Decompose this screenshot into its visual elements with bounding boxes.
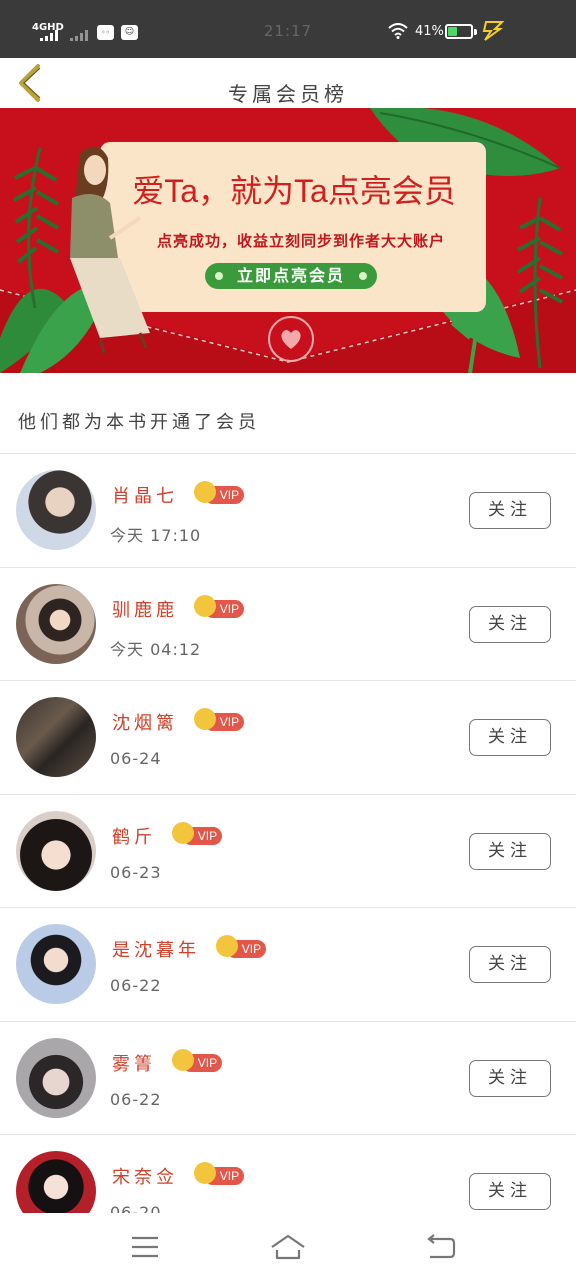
navigation-bar: 专属会员榜 [0,58,576,108]
follow-button[interactable]: 关注 [469,719,551,756]
vip-badge: VIP [193,708,245,731]
vip-badge: VIP [193,481,245,504]
crown-icon [171,821,194,844]
member-row: 驯鹿鹿 VIP 今天 04:12 关注 [0,566,576,681]
avatar[interactable] [16,1037,96,1118]
follow-button[interactable]: 关注 [469,492,551,529]
member-name: 宋奈佥 [112,1167,178,1188]
member-name-row: 沈烟篱 VIP [112,708,245,735]
follow-button[interactable]: 关注 [469,605,551,643]
wifi-icon [388,23,408,39]
member-name-row: 宋奈佥 VIP [112,1162,245,1189]
status-bar: 4GHD ◦◦ ☺ 21:17 41% [0,0,576,58]
vip-badge: VIP [193,594,245,618]
member-row: 沈烟篱 VIP 06-24 关注 [0,680,576,794]
member-name: 雾箐 [112,1053,156,1075]
heart-seal-icon [268,316,314,362]
follow-button[interactable]: 关注 [469,946,551,983]
member-name: 沈烟篱 [112,713,178,734]
member-list: 肖晶七 VIP 今天 17:10 关注 驯鹿鹿 VIP 今天 04:12 关注 … [0,453,576,1213]
menu-icon[interactable] [125,1229,165,1265]
member-time: 06-22 [110,1089,162,1109]
member-time: 06-20 [110,1203,162,1213]
member-name-row: 鹤斤 VIP [112,821,223,849]
member-row: 宋奈佥 VIP 06-20 关注 [0,1134,576,1213]
crown-icon [193,481,216,503]
member-row: 肖晶七 VIP 今天 17:10 关注 [0,453,576,567]
member-name: 是沈暮年 [112,940,200,961]
follow-button[interactable]: 关注 [469,1173,551,1210]
member-row: 雾箐 VIP 06-22 关注 [0,1020,576,1135]
battery-icon [445,24,473,39]
crown-icon [215,935,238,957]
promo-banner[interactable]: 爱Ta，就为Ta点亮会员 点亮成功，收益立刻同步到作者大大账户 立即点亮会员 [0,108,576,373]
vip-badge: VIP [193,1162,245,1185]
back-icon[interactable] [420,1229,460,1265]
crown-icon [193,594,216,617]
cta-dot-left [215,272,223,280]
member-row: 鹤斤 VIP 06-23 关注 [0,793,576,908]
crown-icon [193,708,216,730]
member-time: 今天 17:10 [110,526,202,545]
vip-badge: VIP [215,935,267,958]
follow-button[interactable]: 关注 [469,1059,551,1097]
cta-label: 立即点亮会员 [236,266,345,285]
home-icon[interactable] [268,1229,308,1265]
crown-icon [171,1048,194,1071]
avatar[interactable] [16,583,96,664]
avatar[interactable] [16,810,96,891]
avatar[interactable] [16,924,96,1004]
system-nav-bar [0,1213,576,1280]
avatar[interactable] [16,1151,96,1213]
battery-percent: 41% [415,24,444,39]
follow-button[interactable]: 关注 [469,832,551,870]
avatar[interactable] [16,697,96,777]
member-row: 是沈暮年 VIP 06-22 关注 [0,907,576,1021]
member-name-row: 肖晶七 VIP [112,481,245,508]
charging-bolt-icon [482,21,505,41]
member-time: 06-24 [110,749,162,768]
member-name: 鹤斤 [112,826,156,848]
battery-tip [474,29,477,35]
page-title: 专属会员榜 [228,82,348,106]
light-up-membership-button[interactable]: 立即点亮会员 [205,263,377,289]
member-name-row: 雾箐 VIP [112,1048,223,1076]
crown-icon [193,1162,216,1184]
member-time: 06-23 [110,862,162,882]
banner-subline: 点亮成功，收益立刻同步到作者大大账户 [156,232,445,250]
banner-headline: 爱Ta，就为Ta点亮会员 [132,173,456,209]
member-name-row: 驯鹿鹿 VIP [112,594,245,622]
vip-badge: VIP [171,1048,223,1072]
member-name: 驯鹿鹿 [112,599,178,621]
avatar[interactable] [16,470,96,550]
member-name: 肖晶七 [112,486,178,507]
member-time: 今天 04:12 [110,639,202,659]
cta-dot-right [359,272,367,280]
vip-badge: VIP [171,821,223,845]
section-title: 他们都为本书开通了会员 [18,412,260,433]
member-time: 06-22 [110,976,162,995]
member-name-row: 是沈暮年 VIP [112,935,267,962]
